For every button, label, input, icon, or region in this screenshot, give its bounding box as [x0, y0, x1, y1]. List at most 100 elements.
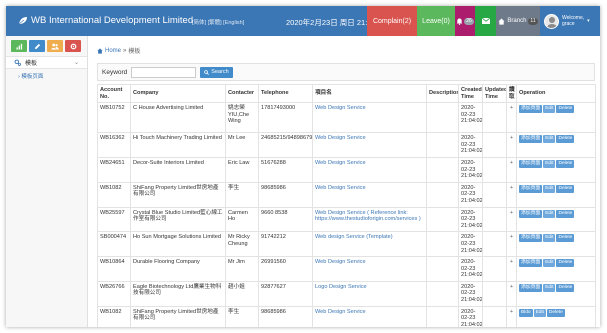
operation-cell: 添加頁面 Edit Delete: [516, 156, 596, 183]
read-toggle-icon[interactable]: +: [506, 102, 517, 134]
brand[interactable]: WB International Development Limited: [18, 15, 193, 26]
edit-button[interactable]: Edit: [543, 105, 556, 114]
project-link[interactable]: Web Design Service: [312, 256, 427, 282]
delete-button[interactable]: Delete: [546, 308, 565, 317]
read-toggle-icon[interactable]: +: [506, 156, 517, 183]
mail-button[interactable]: [475, 6, 496, 36]
add-page-button[interactable]: 添加頁面: [519, 209, 543, 218]
user-menu[interactable]: Welcome, grace ▾: [540, 6, 600, 36]
description-cell: [426, 156, 459, 183]
created-time-cell: 2020-02-23 21:04:02: [458, 206, 483, 233]
add-page-button[interactable]: 添加頁面: [519, 135, 543, 144]
read-toggle-icon[interactable]: +: [506, 280, 517, 307]
updated-time-cell: [482, 156, 507, 183]
add-page-button[interactable]: 添加頁面: [519, 184, 543, 193]
complain-label: Complain(2): [372, 17, 412, 25]
project-link[interactable]: Web Design Service: [312, 132, 427, 158]
description-cell: [426, 256, 459, 282]
notification-count-badge: 26: [464, 17, 474, 25]
table-row: WB16362 Hi Touch Machinery Trading Limite…: [97, 132, 596, 158]
sidebar-subitem-template-page[interactable]: › 模板页面: [6, 69, 87, 80]
telephone-cell: 9660 8538: [258, 206, 313, 233]
edit-button[interactable]: Edit: [543, 135, 556, 144]
breadcrumb: Home » 模板: [97, 46, 140, 55]
operation-cell: 添加頁面 Edit Delete: [516, 256, 596, 282]
delete-button[interactable]: Delete: [556, 234, 575, 243]
column-header: Created Time: [458, 83, 483, 104]
column-header: 項目名: [312, 83, 427, 104]
breadcrumb-home-link[interactable]: Home: [105, 48, 121, 54]
edit-button[interactable]: Edit: [543, 283, 556, 292]
project-link[interactable]: Web Design Service: [312, 305, 427, 327]
sidebar-item-template[interactable]: 模板 ⌄: [6, 56, 87, 69]
edit-button[interactable]: Edit: [543, 159, 556, 168]
search-button-label: Search: [211, 69, 229, 75]
read-toggle-icon[interactable]: +: [506, 256, 517, 282]
project-link[interactable]: Web Design Service ( Reference link: htt…: [312, 206, 427, 233]
branch-label: Branch: [507, 18, 527, 24]
read-toggle-icon[interactable]: +: [506, 206, 517, 233]
edit-button[interactable]: Edit: [533, 308, 546, 317]
edit-button[interactable]: Edit: [543, 234, 556, 243]
description-cell: [426, 231, 459, 258]
add-page-button[interactable]: 添加頁面: [519, 105, 543, 114]
project-link[interactable]: Web design Service (Template): [312, 231, 427, 258]
shortcut-cogs-button[interactable]: [65, 40, 81, 52]
notifications-button[interactable]: 26: [455, 6, 475, 36]
delete-button[interactable]: Delete: [556, 283, 575, 292]
created-time-cell: 2020-02-23 21:04:02: [458, 156, 483, 183]
accounts-table: Account No. Company Contacter Telephone 項目名 D…: [97, 83, 596, 327]
contacter-cell: Mr Ricky Cheung: [225, 231, 259, 258]
read-toggle-icon[interactable]: +: [506, 231, 517, 258]
add-page-button[interactable]: 添加頁面: [519, 283, 543, 292]
delete-button[interactable]: Delete: [556, 135, 575, 144]
add-page-button[interactable]: 添加頁面: [519, 259, 543, 268]
operation-cell: 添加頁面 Edit Delete: [516, 206, 596, 233]
search-button[interactable]: Search: [200, 66, 233, 78]
project-link[interactable]: Web Design Service: [312, 181, 427, 208]
delete-button[interactable]: Delete: [556, 105, 575, 114]
delete-button[interactable]: Delete: [556, 184, 575, 193]
complain-button[interactable]: Complain(2): [367, 6, 417, 36]
operation-cell: 添加頁面 Edit Delete: [516, 231, 596, 258]
updated-time-cell: [482, 206, 507, 233]
edit-button[interactable]: Edit: [543, 184, 556, 193]
row-actions: 添加頁面 Edit Delete: [519, 283, 593, 292]
cogs-icon: [14, 59, 21, 66]
description-cell: [426, 181, 459, 208]
pencil-icon: [34, 43, 40, 49]
shortcut-users-button[interactable]: [47, 40, 63, 52]
telephone-cell: 26991560: [258, 256, 313, 282]
add-page-button[interactable]: 添加頁面: [519, 159, 543, 168]
project-link[interactable]: Web Design Service: [312, 156, 427, 183]
table-row: WB1082 ShiFang Property Limited世房地產有限公司 李生…: [97, 305, 596, 327]
contacter-cell: Mr Jim: [225, 256, 259, 282]
leave-button[interactable]: Leave(0): [417, 6, 455, 36]
delete-button[interactable]: Delete: [556, 209, 575, 218]
add-page-button[interactable]: Bldo: [519, 308, 533, 317]
home-icon: [97, 47, 103, 54]
edit-button[interactable]: Edit: [543, 259, 556, 268]
add-page-button[interactable]: 添加頁面: [519, 234, 543, 243]
edit-button[interactable]: Edit: [543, 209, 556, 218]
keyword-input[interactable]: [131, 66, 197, 78]
branch-button[interactable]: Branch 11: [496, 6, 540, 36]
read-toggle-icon[interactable]: +: [506, 132, 517, 158]
operation-cell: 添加頁面 Edit Delete: [516, 280, 596, 307]
delete-button[interactable]: Delete: [556, 259, 575, 268]
sidebar-shortcuts: [6, 36, 87, 56]
created-time-cell: 2020-02-23 21:04:02: [458, 132, 483, 158]
language-switcher[interactable]: [简体] [繁體] [English]: [192, 18, 244, 26]
company-cell: ShiFang Property Limited世房地產有限公司: [130, 305, 226, 327]
read-toggle-icon[interactable]: +: [506, 305, 517, 327]
contacter-cell: Eric Law: [225, 156, 259, 183]
breadcrumb-current: 模板: [128, 49, 141, 55]
project-link[interactable]: Logo Design Service: [312, 280, 427, 307]
shortcut-edit-button[interactable]: [29, 40, 45, 52]
shortcut-stats-button[interactable]: [11, 40, 27, 52]
delete-button[interactable]: Delete: [556, 159, 575, 168]
project-link[interactable]: Web Design Service: [312, 102, 427, 134]
column-header: Contacter: [225, 83, 259, 104]
telephone-cell: 92877627: [258, 280, 313, 307]
read-toggle-icon[interactable]: +: [506, 181, 517, 208]
